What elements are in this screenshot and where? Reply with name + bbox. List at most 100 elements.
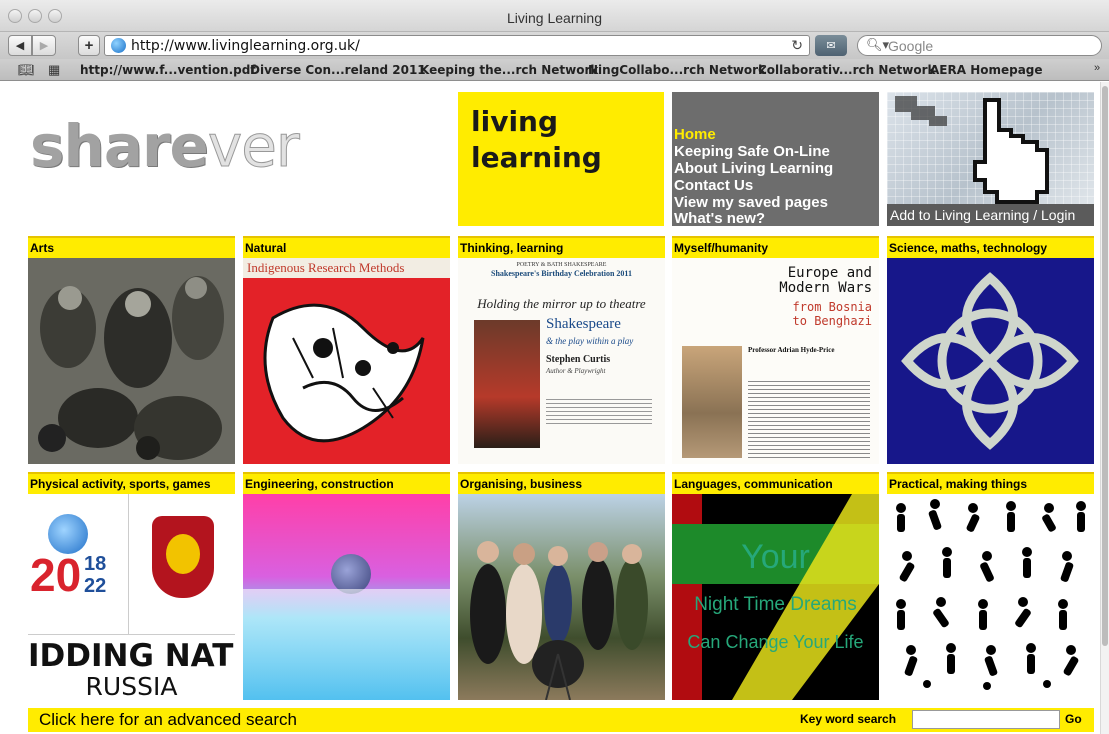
forward-arrow-icon: ▶: [39, 40, 49, 52]
nav-whats-new[interactable]: What's new?: [674, 210, 765, 227]
year-20: 20: [30, 549, 82, 601]
category-label[interactable]: Physical activity, sports, games: [28, 472, 235, 494]
sport-silhouettes-image: [887, 494, 1094, 700]
abstract-art-image: [243, 278, 450, 464]
poster-role: Author & Playwright: [546, 367, 606, 375]
overflow-chevron-icon[interactable]: »: [1094, 62, 1100, 74]
bookmark-item[interactable]: Collaborativ...rch Network: [758, 63, 936, 77]
address-bar[interactable]: http://www.livinglearning.org.uk/ ↻: [104, 35, 810, 56]
category-label[interactable]: Practical, making things: [887, 472, 1094, 494]
category-tile-practical[interactable]: Practical, making things: [887, 472, 1094, 700]
back-button[interactable]: ◀: [8, 35, 32, 56]
add-bookmark-button[interactable]: +: [78, 35, 100, 56]
category-label[interactable]: Natural: [243, 236, 450, 258]
nav-contact[interactable]: Contact Us: [674, 177, 753, 194]
football-globe-icon: [48, 514, 88, 554]
main-navigation: Home Keeping Safe On-Line About Living L…: [672, 92, 879, 227]
shakespeare-poster: POETRY & BATH SHAKESPEARE Shakespeare's …: [458, 258, 665, 464]
category-tile-myself[interactable]: Myself/humanity Europe and Modern Wars f…: [672, 236, 879, 464]
keyword-search-input[interactable]: [912, 710, 1060, 729]
silhouettes-icon: [896, 499, 1086, 690]
category-label[interactable]: Arts: [28, 236, 235, 258]
dreams-line-2: Night Time Dreams: [694, 594, 857, 615]
category-tile-natural[interactable]: Natural Indigenous Research Methods: [243, 236, 450, 464]
category-tile-engineering[interactable]: Engineering, construction: [243, 472, 450, 700]
category-tile-physical[interactable]: Physical activity, sports, games 20 18 2…: [28, 472, 235, 700]
nav-home[interactable]: Home: [674, 126, 716, 143]
category-label[interactable]: Engineering, construction: [243, 472, 450, 494]
bookmark-item[interactable]: Diverse Con...reland 2011: [250, 63, 426, 77]
forward-button[interactable]: ▶: [32, 35, 56, 56]
category-tile-arts[interactable]: Arts: [28, 236, 235, 464]
world-cup-bid-image: 20 18 22 IDDING NATIO RUSSIA: [28, 494, 235, 700]
globe-icon: [111, 38, 126, 53]
book-subtitle-line-2: to Benghazi: [792, 314, 872, 328]
brand-line-1: living: [471, 105, 559, 138]
login-panel[interactable]: Add to Living Learning / Login: [887, 92, 1094, 226]
mail-icon: ✉: [826, 40, 836, 52]
login-link[interactable]: Add to Living Learning / Login: [887, 204, 1094, 226]
poster-tagline: Holding the mirror up to theatre: [477, 296, 646, 311]
people-filming-image: [470, 541, 648, 700]
poster-body-text: [748, 378, 870, 458]
arts-figures-image: [28, 258, 235, 464]
nav-about[interactable]: About Living Learning: [674, 160, 833, 177]
go-button[interactable]: Go: [1065, 712, 1082, 726]
category-label[interactable]: Languages, communication: [672, 472, 879, 494]
browser-toolbar: ◀ ▶ + http://www.livinglearning.org.uk/ …: [0, 32, 1109, 59]
russia-crest: [152, 516, 214, 598]
category-label[interactable]: Science, maths, technology: [887, 236, 1094, 258]
logo-share: share: [30, 112, 209, 180]
europe-wars-poster: Europe and Modern Wars from Bosnia to Be…: [672, 258, 879, 464]
browser-search-field[interactable]: 🔍︎▾ Google: [857, 35, 1102, 56]
reload-icon[interactable]: ↻: [791, 37, 803, 54]
book-icon[interactable]: 📖︎: [18, 62, 35, 78]
bidding-nation-text: IDDING NATIO: [28, 638, 235, 674]
divider: [128, 494, 129, 634]
rss-mail-button[interactable]: ✉: [815, 35, 847, 56]
logo-ever: ver: [207, 112, 300, 181]
natural-image: Indigenous Research Methods: [243, 258, 450, 464]
grid-icon[interactable]: ▦: [48, 62, 60, 78]
bookmark-item[interactable]: AERA Homepage: [930, 63, 1043, 77]
book-title: Europe and Modern Wars: [742, 266, 872, 296]
russia-text: RUSSIA: [85, 672, 178, 700]
advanced-search-link[interactable]: Click here for an advanced search: [39, 710, 297, 730]
keyword-search-label: Key word search: [800, 712, 897, 726]
poster-title: Shakespeare: [546, 316, 621, 332]
shareever-logo[interactable]: sharever: [30, 112, 300, 181]
group-photo: [458, 494, 665, 700]
magnifier-icon: 🔍︎▾: [866, 37, 890, 52]
bookmark-item[interactable]: NingCollabo...rch Network: [588, 63, 766, 77]
poster-subtitle: & the play within a play: [546, 336, 634, 346]
living-learning-brand[interactable]: living learning: [458, 92, 664, 226]
divider: [28, 634, 235, 635]
category-label[interactable]: Thinking, learning: [458, 236, 665, 258]
category-label[interactable]: Organising, business: [458, 472, 665, 494]
engineering-image: [243, 494, 450, 700]
book-subtitle: from Bosnia to Benghazi: [742, 300, 872, 328]
arts-photo: [28, 258, 235, 464]
bookmark-item[interactable]: Keeping the...rch Network: [420, 63, 598, 77]
category-label[interactable]: Myself/humanity: [672, 236, 879, 258]
book-author: Professor Adrian Hyde-Price: [748, 346, 835, 354]
scrollbar-thumb[interactable]: [1102, 86, 1108, 646]
nav-saved-pages[interactable]: View my saved pages: [674, 194, 828, 211]
category-tile-science[interactable]: Science, maths, technology: [887, 236, 1094, 464]
year-22: 22: [84, 575, 107, 597]
dreams-image: Your Night Time Dreams Can Change Your L…: [672, 494, 879, 700]
ice-layer: [243, 589, 450, 700]
category-tile-organising[interactable]: Organising, business: [458, 472, 665, 700]
eagle-icon: [166, 534, 200, 574]
nav-keeping-safe[interactable]: Keeping Safe On-Line: [674, 143, 830, 160]
brand-line-2: learning: [471, 141, 602, 174]
poster-speaker: Stephen Curtis: [546, 354, 611, 365]
address-url: http://www.livinglearning.org.uk/: [131, 38, 360, 54]
category-tile-thinking[interactable]: Thinking, learning POETRY & BATH SHAKESP…: [458, 236, 665, 464]
category-tile-languages[interactable]: Languages, communication Your Night Time…: [672, 472, 879, 700]
window-titlebar: Living Learning: [0, 0, 1109, 32]
dreams-line-1: Your: [741, 538, 810, 576]
book-subtitle-line-1: from Bosnia: [792, 300, 872, 314]
bookmark-item[interactable]: http://www.f...vention.pdf: [80, 63, 256, 77]
poster-painting: [474, 320, 540, 448]
